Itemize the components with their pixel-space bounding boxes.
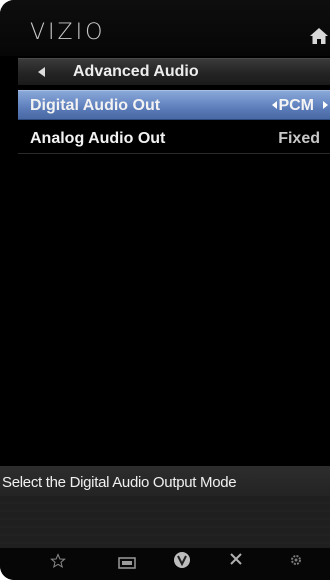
bottom-bar (0, 548, 330, 580)
value-right-arrow-icon[interactable] (323, 101, 328, 109)
menu-item-analog-audio-out[interactable]: Analog Audio Out Fixed (18, 124, 330, 154)
header: VIZIO (0, 0, 330, 56)
vizio-v-icon[interactable] (173, 551, 191, 569)
help-text: Select the Digital Audio Output Mode (2, 474, 237, 491)
close-icon[interactable] (229, 552, 243, 566)
menu-item-label: Analog Audio Out (30, 130, 166, 147)
breadcrumb-bar: Advanced Audio (18, 58, 330, 85)
menu-item-value: PCM (278, 97, 314, 114)
gear-icon[interactable] (289, 553, 303, 567)
menu-item-value: Fixed (278, 130, 320, 147)
vizio-logo: VIZIO (30, 20, 106, 45)
breadcrumb-title: Advanced Audio (73, 63, 199, 80)
tv-menu-panel: VIZIO Advanced Audio Digital Audio Out P… (0, 0, 330, 580)
menu-item-digital-audio-out[interactable]: Digital Audio Out PCM (18, 90, 330, 120)
help-area: Select the Digital Audio Output Mode (0, 466, 330, 548)
menu-item-label: Digital Audio Out (30, 97, 161, 114)
input-icon[interactable] (118, 557, 136, 569)
star-icon[interactable] (50, 553, 66, 569)
value-left-arrow-icon[interactable] (272, 101, 277, 109)
home-icon[interactable] (309, 27, 329, 45)
back-arrow-icon[interactable] (38, 67, 45, 77)
